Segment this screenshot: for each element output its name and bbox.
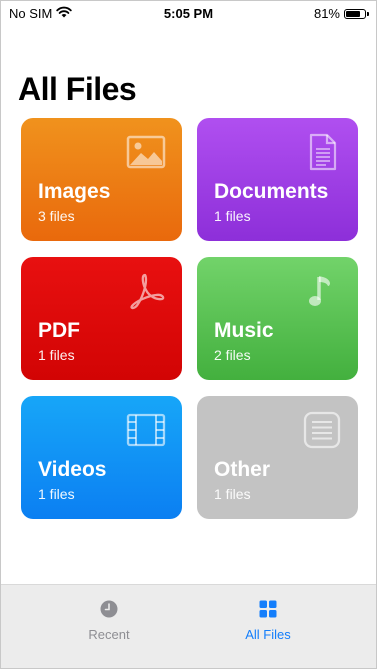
app-screen: No SIM 5:05 PM 81% All Files Images 3 fi…: [0, 0, 377, 669]
category-title: Images: [38, 180, 111, 203]
page-title: All Files: [18, 71, 137, 107]
category-file-count: 2 files: [214, 347, 251, 363]
battery-percent: 81%: [313, 6, 340, 21]
battery-level-fill: [346, 10, 360, 17]
tab-label: Recent: [88, 627, 130, 642]
image-icon: [126, 132, 166, 172]
category-title: Documents: [214, 180, 329, 203]
tab-all-files[interactable]: All Files: [208, 599, 328, 642]
clock-icon: [99, 599, 119, 619]
category-card-videos[interactable]: Videos 1 files: [21, 396, 182, 519]
category-file-count: 1 files: [214, 486, 251, 502]
category-title: PDF: [38, 319, 80, 342]
category-file-count: 3 files: [38, 208, 75, 224]
category-card-pdf[interactable]: PDF 1 files: [21, 257, 182, 380]
category-card-documents[interactable]: Documents 1 files: [197, 118, 358, 241]
battery-status: 81%: [313, 6, 369, 21]
category-title: Other: [214, 458, 271, 481]
battery-icon: [344, 8, 369, 19]
film-icon: [126, 410, 166, 450]
tab-recent[interactable]: Recent: [49, 599, 169, 642]
grid-icon: [258, 599, 278, 619]
category-card-music[interactable]: Music 2 files: [197, 257, 358, 380]
status-bar: No SIM 5:05 PM 81%: [1, 1, 376, 25]
list-icon: [302, 410, 342, 450]
category-file-count: 1 files: [38, 486, 75, 502]
category-file-count: 1 files: [214, 208, 251, 224]
tab-bar: Recent All Files: [1, 584, 376, 668]
tab-label: All Files: [245, 627, 291, 642]
category-file-count: 1 files: [38, 347, 75, 363]
category-card-other[interactable]: Other 1 files: [197, 396, 358, 519]
pdf-icon: [126, 271, 166, 311]
document-icon: [302, 132, 342, 172]
category-title: Videos: [38, 458, 107, 481]
music-note-icon: [302, 271, 342, 311]
category-title: Music: [214, 319, 274, 342]
category-card-images[interactable]: Images 3 files: [21, 118, 182, 241]
